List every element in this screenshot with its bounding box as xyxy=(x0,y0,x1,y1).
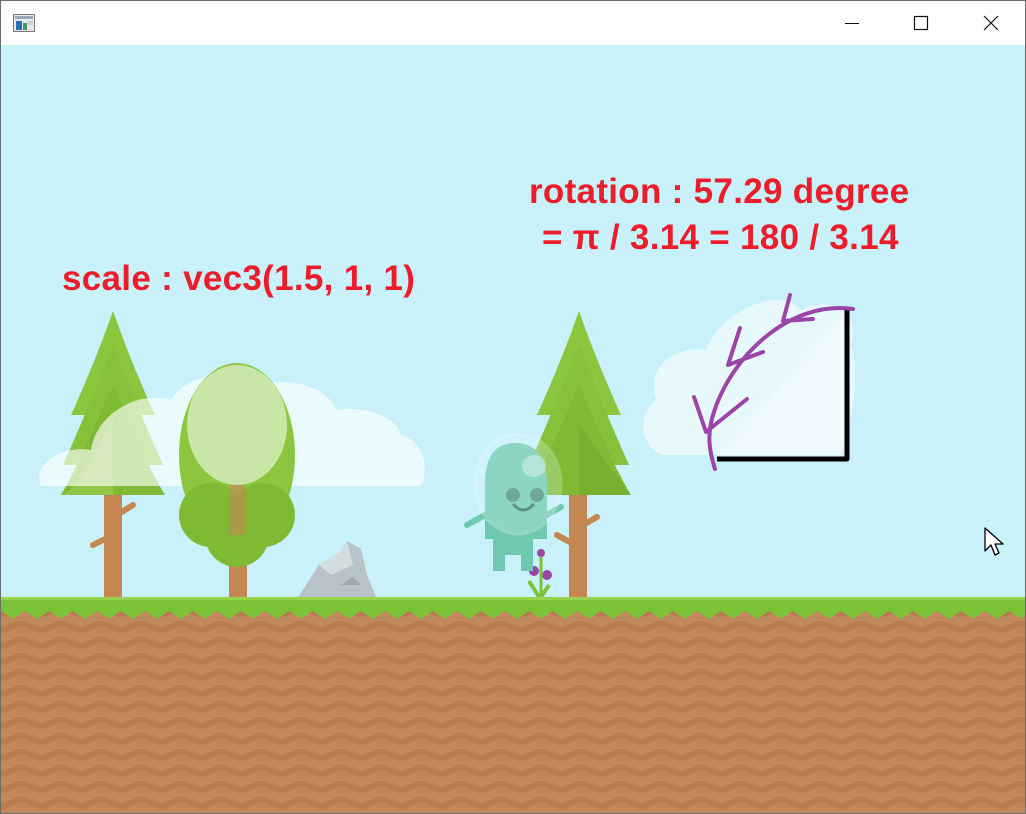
title-bar[interactable] xyxy=(1,1,1025,45)
alien-player xyxy=(464,432,564,571)
close-button[interactable] xyxy=(956,1,1025,45)
scale-label: scale : vec3(1.5, 1, 1) xyxy=(62,259,416,298)
rotation-label-line2: = π / 3.14 = 180 / 3.14 xyxy=(542,218,899,257)
rock xyxy=(297,541,377,599)
maximize-button[interactable] xyxy=(886,1,956,45)
close-icon xyxy=(983,15,999,31)
round-tree xyxy=(179,363,295,599)
scene-artwork xyxy=(1,293,1025,813)
minimize-button[interactable] xyxy=(817,1,887,45)
mouse-pointer-icon xyxy=(984,527,1004,556)
rotation-label-line1: rotation : 57.29 degree xyxy=(529,172,910,211)
ground xyxy=(1,597,1025,813)
maximize-icon xyxy=(913,15,929,31)
app-window-icon xyxy=(13,14,35,32)
game-window: scale : vec3(1.5, 1, 1) rotation : 57.29… xyxy=(0,0,1026,814)
minimize-icon xyxy=(845,23,859,24)
game-viewport[interactable]: scale : vec3(1.5, 1, 1) rotation : 57.29… xyxy=(1,45,1025,813)
